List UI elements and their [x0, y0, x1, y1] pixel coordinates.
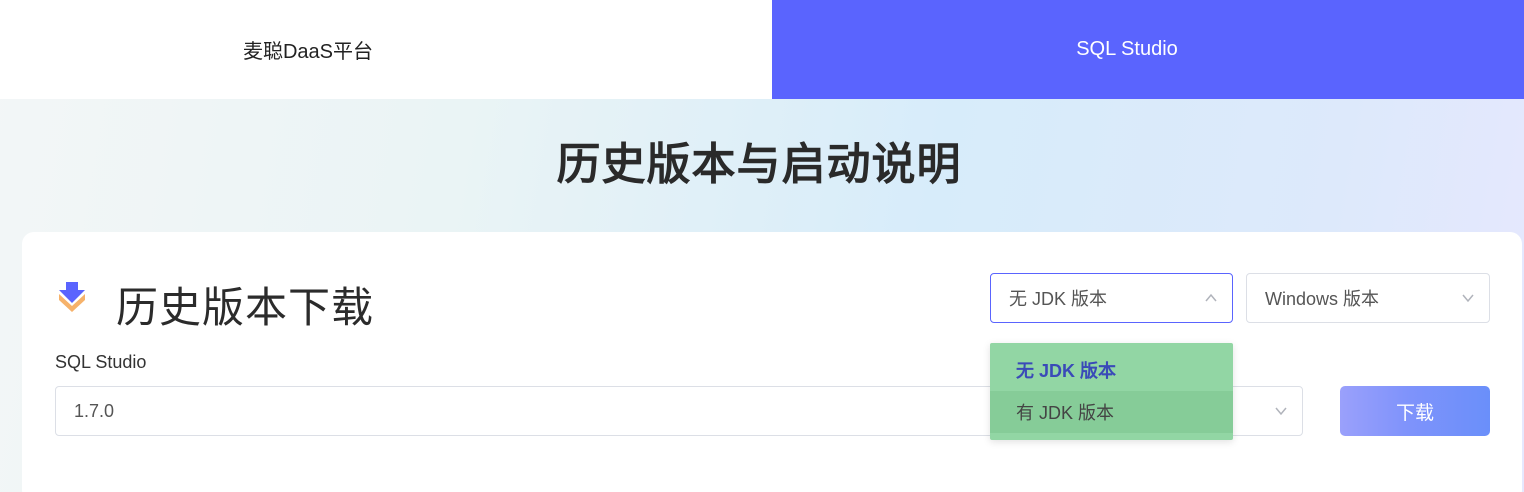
download-button[interactable]: 下载 — [1340, 386, 1490, 436]
version-select-value: 1.7.0 — [74, 400, 115, 421]
chevron-up-icon — [1205, 293, 1217, 302]
download-card: 历史版本下载 无 JDK 版本 Windows 版本 SQL Studio 1.… — [22, 232, 1522, 492]
dropdown-option-label: 有 JDK 版本 — [1016, 403, 1115, 423]
tab-daas-platform-label: 麦聪DaaS平台 — [242, 41, 374, 63]
chevron-down-icon — [1462, 294, 1474, 303]
tab-sql-studio[interactable]: SQL Studio — [772, 0, 1524, 99]
os-select[interactable]: Windows 版本 — [1246, 273, 1490, 323]
card-title: 历史版本下载 — [116, 284, 375, 331]
tab-daas-platform[interactable]: 麦聪DaaS平台 — [0, 0, 772, 99]
dropdown-option-with-jdk[interactable]: 有 JDK 版本 — [990, 391, 1233, 433]
tab-sql-studio-label: SQL Studio — [1076, 38, 1178, 60]
download-icon — [59, 282, 85, 312]
os-select-value: Windows 版本 — [1265, 289, 1380, 309]
jdk-dropdown-menu: 无 JDK 版本 有 JDK 版本 — [990, 343, 1233, 440]
dropdown-option-no-jdk[interactable]: 无 JDK 版本 — [990, 349, 1233, 391]
top-nav: 麦聪DaaS平台 SQL Studio — [0, 0, 1524, 99]
page-title: 历史版本与启动说明 — [556, 140, 962, 189]
jdk-select[interactable]: 无 JDK 版本 — [990, 273, 1233, 323]
dropdown-option-label: 无 JDK 版本 — [1016, 361, 1117, 381]
product-label: SQL Studio — [55, 352, 147, 372]
chevron-down-icon — [1275, 407, 1287, 416]
jdk-select-value: 无 JDK 版本 — [1009, 289, 1108, 309]
